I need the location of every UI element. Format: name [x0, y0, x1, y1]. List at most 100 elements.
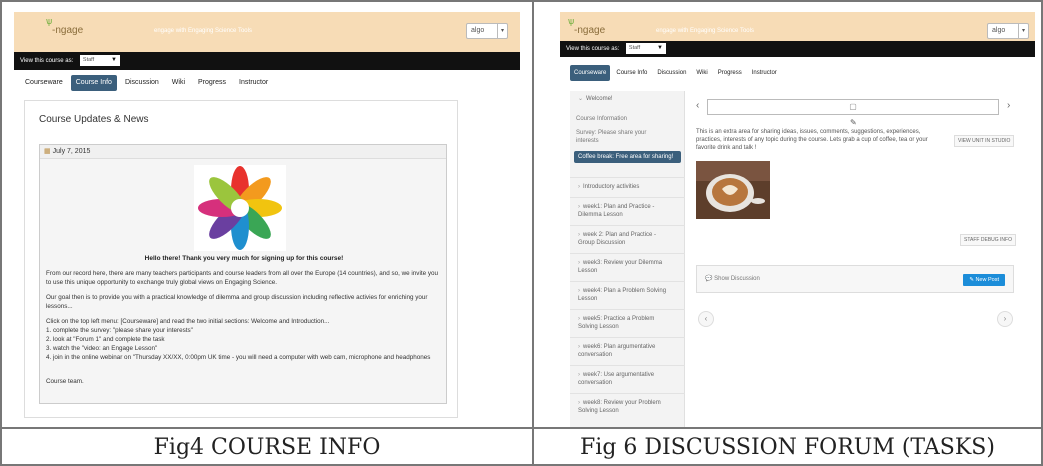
- new-post-button[interactable]: ✎ New Post: [963, 274, 1005, 286]
- tab-courseware[interactable]: Courseware: [570, 65, 611, 81]
- update-card: ▦ July 7, 2015 Hello there! Thank you ve…: [39, 144, 447, 404]
- chevron-right-icon: ›: [578, 400, 580, 406]
- figure-divider-horizontal: [0, 427, 1043, 429]
- view-as-label: View this course as:: [566, 46, 620, 52]
- sidebar-item-introductory[interactable]: › Introductory activities: [570, 183, 685, 191]
- sidebar-item-week8[interactable]: › week8: Review your Problem Solving Less…: [570, 399, 668, 415]
- view-unit-in-studio-button[interactable]: VIEW UNIT IN STUDIO: [954, 135, 1015, 147]
- sidebar-item-week5[interactable]: › week5: Practice a Problem Solving Lesso…: [570, 315, 668, 331]
- top-header: ѱ -ngage engage with Engaging Science Too…: [14, 12, 520, 52]
- course-info-screenshot: ѱ -ngage engage with Engaging Science Too…: [14, 12, 520, 427]
- tab-progress[interactable]: Progress: [714, 65, 746, 81]
- discussion-forum-screenshot: ѱ -ngage engage with Engaging Science Too…: [560, 12, 1035, 427]
- sidebar-item-week1[interactable]: › week1: Plan and Practice - Dilemma Less…: [570, 203, 668, 219]
- sprout-icon: ѱ: [568, 16, 575, 26]
- chevron-down-icon: ⌄: [578, 96, 584, 102]
- tab-wiki[interactable]: Wiki: [167, 75, 190, 91]
- sign-off: Course team.: [46, 378, 84, 385]
- unit-tab-icon: ▢: [849, 102, 857, 111]
- sidebar-item-week4[interactable]: › week4: Plan a Problem Solving Lesson: [570, 287, 668, 303]
- intro-paragraph: From our record here, there are many tea…: [46, 270, 438, 286]
- prev-unit-button[interactable]: ‹: [698, 311, 714, 327]
- course-title: engage with Engaging Science Tools: [656, 28, 754, 34]
- prev-unit-arrow[interactable]: ‹: [696, 100, 699, 111]
- coffee-cup-image: [696, 161, 770, 219]
- sidebar-item-course-information[interactable]: Course Information: [570, 115, 685, 123]
- chevron-right-icon: ›: [578, 316, 580, 322]
- view-as-select[interactable]: Staff ▼: [79, 54, 120, 66]
- instruction-item: 2. look at "Forum 1" and complete the ta…: [46, 336, 165, 343]
- goal-paragraph: Our goal then is to provide you with a p…: [46, 294, 428, 310]
- tab-discussion[interactable]: Discussion: [653, 65, 690, 81]
- dropdown-arrow-icon: ▼: [656, 44, 663, 51]
- sidebar-divider: [570, 393, 685, 394]
- sidebar-item-survey[interactable]: Survey: Please share your interests: [570, 129, 662, 145]
- comment-icon: 💬: [705, 276, 713, 282]
- staff-debug-info-button[interactable]: STAFF DEBUG INFO: [960, 234, 1016, 246]
- chevron-right-icon: ›: [578, 372, 580, 378]
- view-as-label: View this course as:: [20, 58, 74, 64]
- unit-content: ‹ ▢ › ✎ This is an extra area for sharin…: [692, 95, 1027, 427]
- next-unit-arrow[interactable]: ›: [1007, 100, 1010, 111]
- sidebar-divider: [570, 309, 685, 310]
- unit-description: This is an extra area for sharing ideas,…: [696, 129, 928, 151]
- update-date: July 7, 2015: [52, 148, 91, 155]
- view-as-bar: View this course as: Staff ▼: [560, 41, 1035, 57]
- course-updates-box: Course Updates & News ▦ July 7, 2015 Hel…: [24, 100, 458, 418]
- tab-wiki[interactable]: Wiki: [692, 65, 711, 81]
- show-discussion-link[interactable]: 💬 Show Discussion: [705, 275, 760, 282]
- sidebar-divider: [570, 281, 685, 282]
- view-as-bar: View this course as: Staff ▼: [14, 52, 520, 70]
- sequence-nav-bar[interactable]: ▢: [707, 99, 999, 115]
- chevron-right-icon: ›: [578, 232, 580, 238]
- course-tabs: Courseware Course Info Discussion Wiki P…: [570, 65, 783, 83]
- caret-down-icon: ▾: [497, 24, 507, 38]
- sprout-icon: ѱ: [46, 16, 53, 26]
- calendar-icon: ▦: [44, 148, 51, 155]
- chevron-right-icon: ›: [578, 344, 580, 350]
- sidebar-item-week7[interactable]: › week7: Use argumentative conversation: [570, 371, 668, 387]
- tab-progress[interactable]: Progress: [193, 75, 231, 91]
- chevron-right-icon: ›: [578, 260, 580, 266]
- sidebar-item-week3[interactable]: › week3: Review your Dilemma Lesson: [570, 259, 668, 275]
- user-menu[interactable]: algo ▾: [987, 23, 1029, 39]
- course-tabs: Courseware Course Info Discussion Wiki P…: [20, 75, 276, 93]
- chevron-right-icon: ›: [578, 204, 580, 210]
- discussion-box: 💬 Show Discussion ✎ New Post: [696, 265, 1014, 293]
- sidebar-item-week6[interactable]: › week6: Plan argumentative conversation: [570, 343, 668, 359]
- view-as-select[interactable]: Staff ▼: [625, 42, 666, 54]
- sidebar-divider: [570, 337, 685, 338]
- tab-courseware[interactable]: Courseware: [20, 75, 68, 91]
- courseware-sidebar: ⌄ Welcome! Course Information Survey: Ple…: [570, 91, 685, 427]
- colorful-hands-image: [194, 165, 286, 251]
- caption-left: Fig4 COURSE INFO: [153, 435, 381, 460]
- sidebar-item-week2[interactable]: › week 2: Plan and Practice - Group Discu…: [570, 231, 668, 247]
- tab-discussion[interactable]: Discussion: [120, 75, 164, 91]
- caret-down-icon: ▾: [1018, 24, 1028, 38]
- sidebar-divider: [570, 365, 685, 366]
- sidebar-divider: [570, 197, 685, 198]
- sidebar-section-welcome[interactable]: ⌄ Welcome!: [570, 95, 685, 103]
- username: algo: [992, 27, 1006, 34]
- tab-course-info[interactable]: Course Info: [70, 75, 117, 91]
- updates-title: Course Updates & News: [39, 114, 149, 125]
- chevron-right-icon: ›: [578, 184, 580, 190]
- edit-icon: ✎: [969, 277, 974, 283]
- chevron-right-icon: ›: [578, 288, 580, 294]
- user-menu[interactable]: algo ▾: [466, 23, 508, 39]
- tab-instructor[interactable]: Instructor: [234, 75, 273, 91]
- course-title: engage with Engaging Science Tools: [154, 28, 252, 34]
- engage-logo[interactable]: ѱ -ngage: [46, 16, 83, 36]
- engage-logo[interactable]: ѱ -ngage: [568, 16, 605, 36]
- tab-course-info[interactable]: Course Info: [612, 65, 651, 81]
- next-unit-button[interactable]: ›: [997, 311, 1013, 327]
- greeting-text: Hello there! Thank you very much for sig…: [144, 255, 344, 262]
- sidebar-item-coffee-break[interactable]: Coffee break: Free area for sharing!: [574, 151, 681, 163]
- dropdown-arrow-icon: ▼: [110, 56, 117, 63]
- tab-instructor[interactable]: Instructor: [748, 65, 781, 81]
- instructions-paragraph: Click on the top left menu: [Courseware]…: [46, 318, 330, 325]
- caption-right: Fig 6 DISCUSSION FORUM (TASKS): [580, 435, 995, 460]
- pencil-icon: ✎: [850, 118, 857, 127]
- instruction-item: 1. complete the survey: "please share yo…: [46, 327, 193, 334]
- sidebar-divider: [570, 177, 685, 178]
